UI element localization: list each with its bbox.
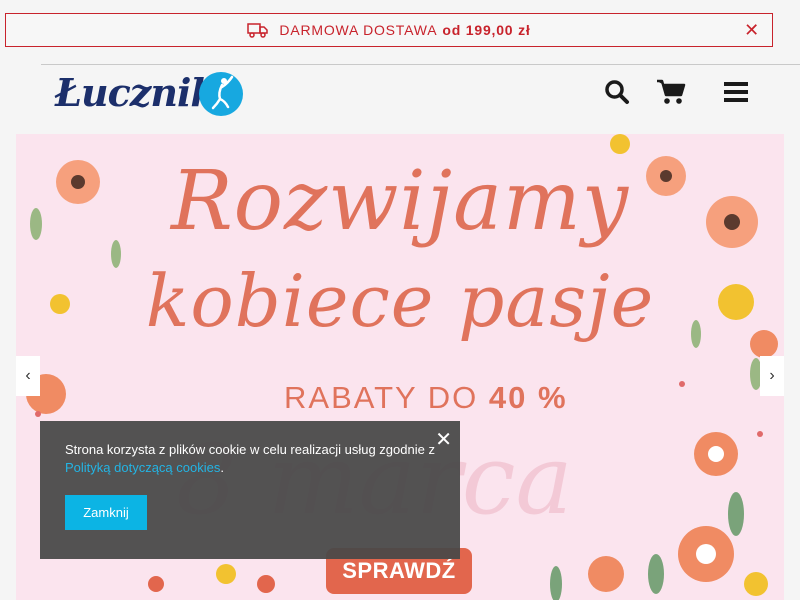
cart-icon[interactable] xyxy=(656,78,686,106)
logo-wordmark: Łucznik xyxy=(55,70,217,115)
discount-label: RABATY DO 40 % xyxy=(284,380,568,416)
truck-icon xyxy=(247,23,269,38)
header-divider xyxy=(41,64,800,65)
discount-prefix: RABATY DO xyxy=(284,380,479,415)
cookie-policy-link[interactable]: Polityką dotyczącą cookies xyxy=(65,460,220,475)
promo-close-icon[interactable]: ✕ xyxy=(744,20,760,40)
cookie-close-icon[interactable]: ✕ xyxy=(435,427,452,452)
promo-bar: DARMOWA DOSTAWA od 199,00 zł ✕ xyxy=(5,13,773,47)
cookie-text: Strona korzysta z plików cookie w celu r… xyxy=(65,442,435,457)
cookie-text-suffix: . xyxy=(220,460,224,475)
logo[interactable]: Łucznik xyxy=(55,68,245,120)
menu-icon[interactable] xyxy=(724,81,748,103)
banner-headline-line1: Rozwijamy xyxy=(170,154,630,249)
slider-prev-icon[interactable]: ‹ xyxy=(16,356,40,396)
cookie-notice: ✕ Strona korzysta z plików cookie w celu… xyxy=(40,421,460,559)
discount-value: 40 % xyxy=(488,380,568,415)
slider-next-icon[interactable]: › xyxy=(760,356,784,396)
cookie-close-button[interactable]: Zamknij xyxy=(65,495,147,530)
logo-skater-icon xyxy=(199,72,243,116)
search-icon[interactable] xyxy=(604,79,630,105)
promo-text: DARMOWA DOSTAWA xyxy=(279,22,438,38)
banner-headline-line2: kobiece pasje xyxy=(145,259,655,343)
header-icons xyxy=(604,78,748,106)
promo-amount: od 199,00 zł xyxy=(442,22,531,38)
cookie-text-block: Strona korzysta z plików cookie w celu r… xyxy=(65,441,437,477)
